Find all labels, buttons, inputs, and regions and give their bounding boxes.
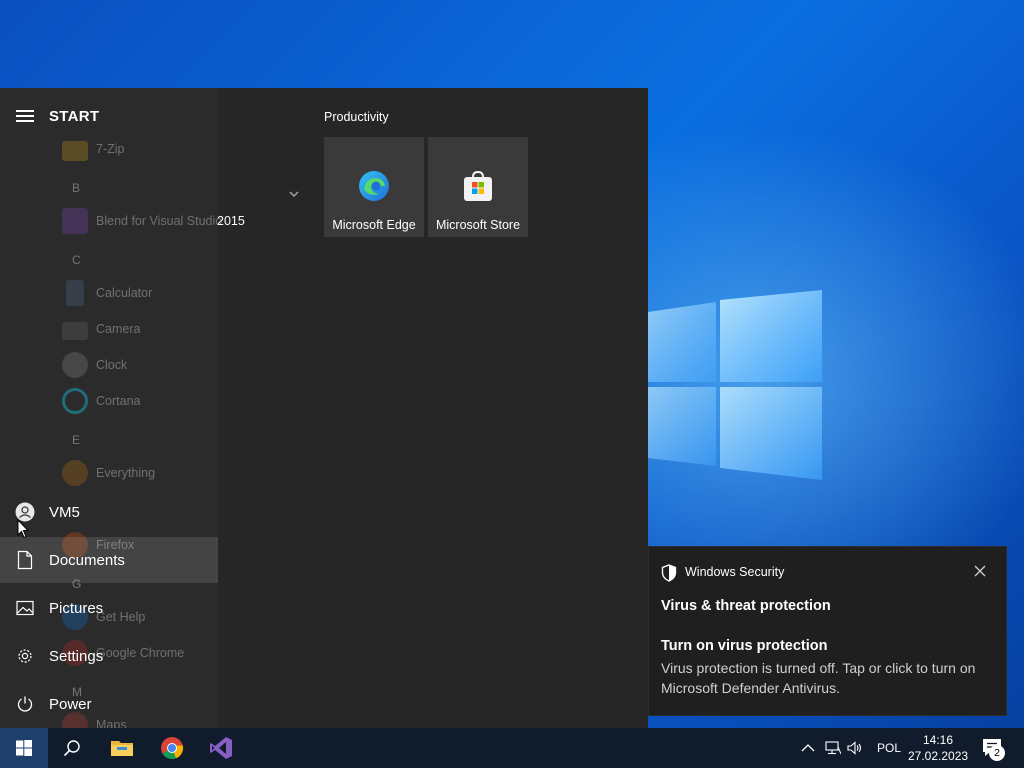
start-button[interactable]: [0, 728, 48, 768]
security-notification[interactable]: Windows Security Virus & threat protecti…: [648, 546, 1007, 716]
app-list-item[interactable]: Calculator: [62, 278, 152, 308]
settings-label: Settings: [49, 647, 104, 665]
tile-microsoft-edge[interactable]: Microsoft Edge: [324, 137, 424, 237]
chrome-button[interactable]: [148, 728, 196, 768]
search-button[interactable]: [48, 728, 96, 768]
gear-icon: [14, 645, 36, 667]
documents-button[interactable]: Documents: [0, 537, 218, 583]
clock-date: 27.02.2023: [908, 749, 969, 763]
chrome-icon: [161, 737, 184, 760]
app-list-item[interactable]: Blend for Visual Studio: [62, 206, 222, 236]
windows-icon: [16, 740, 32, 756]
app-list-item[interactable]: Cortana: [62, 386, 140, 416]
calculator-icon: [66, 280, 84, 306]
tile-label: Microsoft Edge: [332, 218, 416, 232]
app-label-overflow: 2015: [217, 214, 245, 228]
tile-microsoft-store[interactable]: Microsoft Store: [428, 137, 528, 237]
file-explorer-button[interactable]: [98, 728, 146, 768]
notification-body: Virus protection is turned off. Tap or c…: [661, 660, 976, 696]
visual-studio-button[interactable]: [197, 728, 245, 768]
documents-label: Documents: [49, 551, 125, 569]
system-tray: POL: [801, 728, 901, 768]
folder-icon: [111, 741, 133, 756]
document-icon: [14, 549, 36, 571]
mouse-cursor-icon: [17, 519, 29, 539]
app-list-item[interactable]: Everything: [62, 458, 155, 488]
start-title: START: [49, 108, 100, 125]
store-icon: [464, 170, 492, 201]
windows-logo-wallpaper: [648, 290, 822, 480]
power-icon: [14, 693, 36, 715]
visual-studio-icon: [210, 737, 232, 759]
user-name: VM5: [49, 503, 80, 521]
hamburger-menu-icon[interactable]: [16, 110, 34, 122]
folder-icon: [62, 140, 88, 161]
letter-header[interactable]: C: [72, 253, 81, 267]
clock-time: 14:16: [922, 733, 954, 747]
pictures-icon: [14, 597, 36, 619]
chevron-up-icon[interactable]: [801, 743, 815, 753]
volume-icon[interactable]: [847, 741, 863, 755]
tile-group-title[interactable]: Productivity: [324, 110, 389, 124]
search-icon: [63, 740, 80, 757]
edge-icon: [359, 171, 389, 201]
power-button[interactable]: Power: [0, 681, 218, 727]
app-list-item[interactable]: 7-Zip: [62, 134, 124, 164]
power-label: Power: [49, 695, 92, 713]
shield-icon: [661, 564, 677, 582]
notification-app-name: Windows Security: [685, 565, 785, 579]
language-indicator[interactable]: POL: [877, 741, 901, 755]
magnifier-icon: [62, 460, 88, 486]
taskbar: POL 14:16 27.02.2023: [0, 728, 1024, 768]
tile-label: Microsoft Store: [435, 218, 521, 232]
notification-title: Turn on virus protection: [661, 638, 828, 654]
pictures-button[interactable]: Pictures: [0, 585, 218, 631]
cortana-icon: [62, 388, 88, 414]
app-list-item[interactable]: Camera: [62, 314, 140, 344]
notification-count-badge: 2: [989, 745, 1005, 761]
settings-button[interactable]: Settings: [0, 633, 218, 679]
app-list-item[interactable]: Clock: [62, 350, 127, 380]
start-menu: START 7-Zip B Blend for Visual Studio C …: [0, 88, 648, 728]
letter-header[interactable]: E: [72, 433, 80, 447]
chevron-down-icon[interactable]: [288, 188, 300, 200]
blend-icon: [62, 208, 88, 234]
clock-icon: [62, 352, 88, 378]
notification-heading: Virus & threat protection: [661, 598, 831, 614]
camera-icon: [62, 322, 88, 340]
clock[interactable]: 14:16 27.02.2023: [908, 732, 968, 764]
close-icon[interactable]: [973, 564, 987, 578]
letter-header[interactable]: B: [72, 181, 80, 195]
pictures-label: Pictures: [49, 599, 104, 617]
network-icon[interactable]: [825, 741, 841, 755]
user-account-button[interactable]: VM5: [0, 489, 218, 535]
